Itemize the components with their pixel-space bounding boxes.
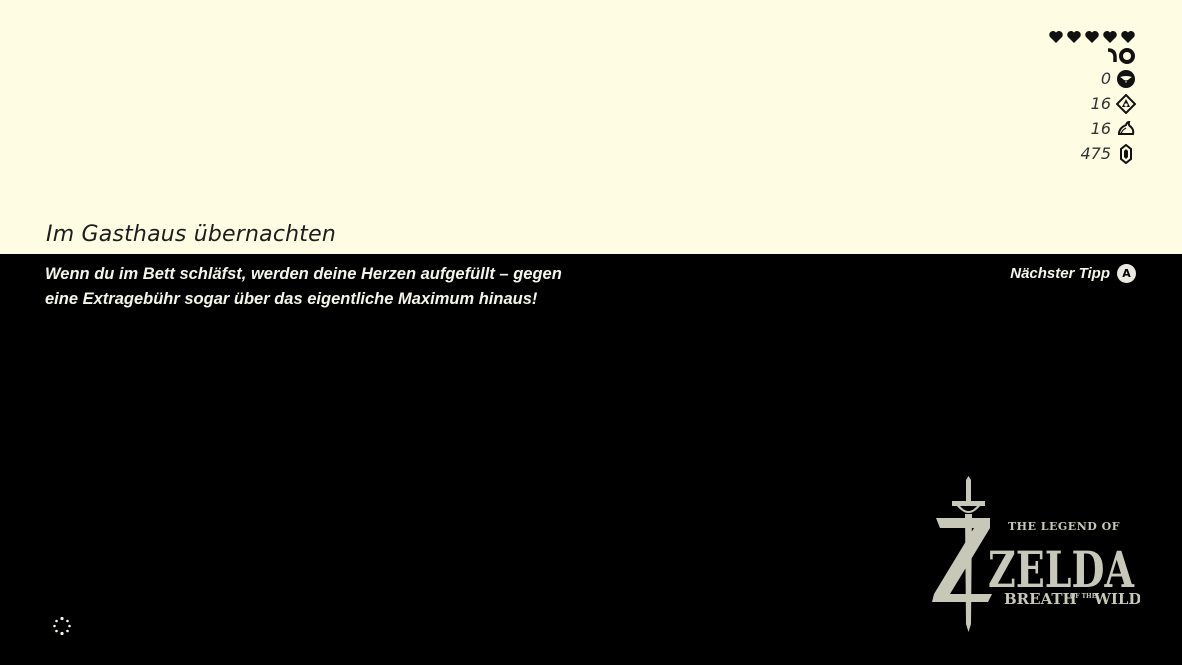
heart-icon	[1049, 31, 1063, 43]
hearts-row	[1048, 28, 1136, 46]
korok-seed-counter: 0	[1101, 66, 1136, 91]
spirit-orb-counter: 16	[1091, 91, 1136, 116]
droplet-counter: 16	[1091, 116, 1136, 141]
big-z-letter	[932, 518, 992, 602]
rupee-counter: 475	[1080, 141, 1136, 166]
droplet-value: 16	[1090, 119, 1111, 138]
rupee-value: 475	[1080, 144, 1111, 163]
next-tip-label: Nächster Tipp	[1010, 265, 1110, 282]
korok-seed-value: 0	[1100, 69, 1111, 88]
tip-body: Wenn du im Bett schläfst, werden deine H…	[45, 262, 685, 312]
korok-leaf-icon	[1117, 69, 1135, 88]
tip-title: Im Gasthaus übernachten	[46, 222, 337, 247]
stamina-wheel-icon	[1107, 48, 1135, 64]
loading-spinner-icon	[53, 616, 71, 636]
logo-line-3: BREATH	[1004, 590, 1077, 608]
heart-icon	[1067, 31, 1081, 43]
tip-body-line-2: eine Extragebühr sogar über das eigentli…	[45, 290, 538, 308]
hud-stats: 0 16 16 475	[936, 28, 1136, 166]
logo-line-3b: OF THE	[1070, 593, 1097, 600]
zelda-logo: THE LEGEND OF ZELDA BREATH OF THE WILD	[932, 476, 1140, 632]
spirit-orb-icon	[1116, 93, 1136, 114]
tip-body-line-1: Wenn du im Bett schläfst, werden deine H…	[45, 265, 562, 283]
logo-line-1: THE LEGEND OF	[1008, 520, 1120, 533]
heart-icon	[1085, 31, 1099, 43]
heart-icon	[1121, 31, 1135, 43]
a-button-icon: A	[1117, 264, 1136, 283]
logo-line-4: WILD	[1093, 590, 1140, 608]
next-tip-button[interactable]: Nächster Tipp A	[1010, 264, 1136, 283]
spirit-orb-value: 16	[1090, 94, 1111, 113]
stamina-wheel	[1106, 46, 1136, 66]
rupee-icon	[1120, 143, 1132, 164]
droplet-icon	[1117, 120, 1135, 135]
heart-icon	[1103, 31, 1117, 43]
